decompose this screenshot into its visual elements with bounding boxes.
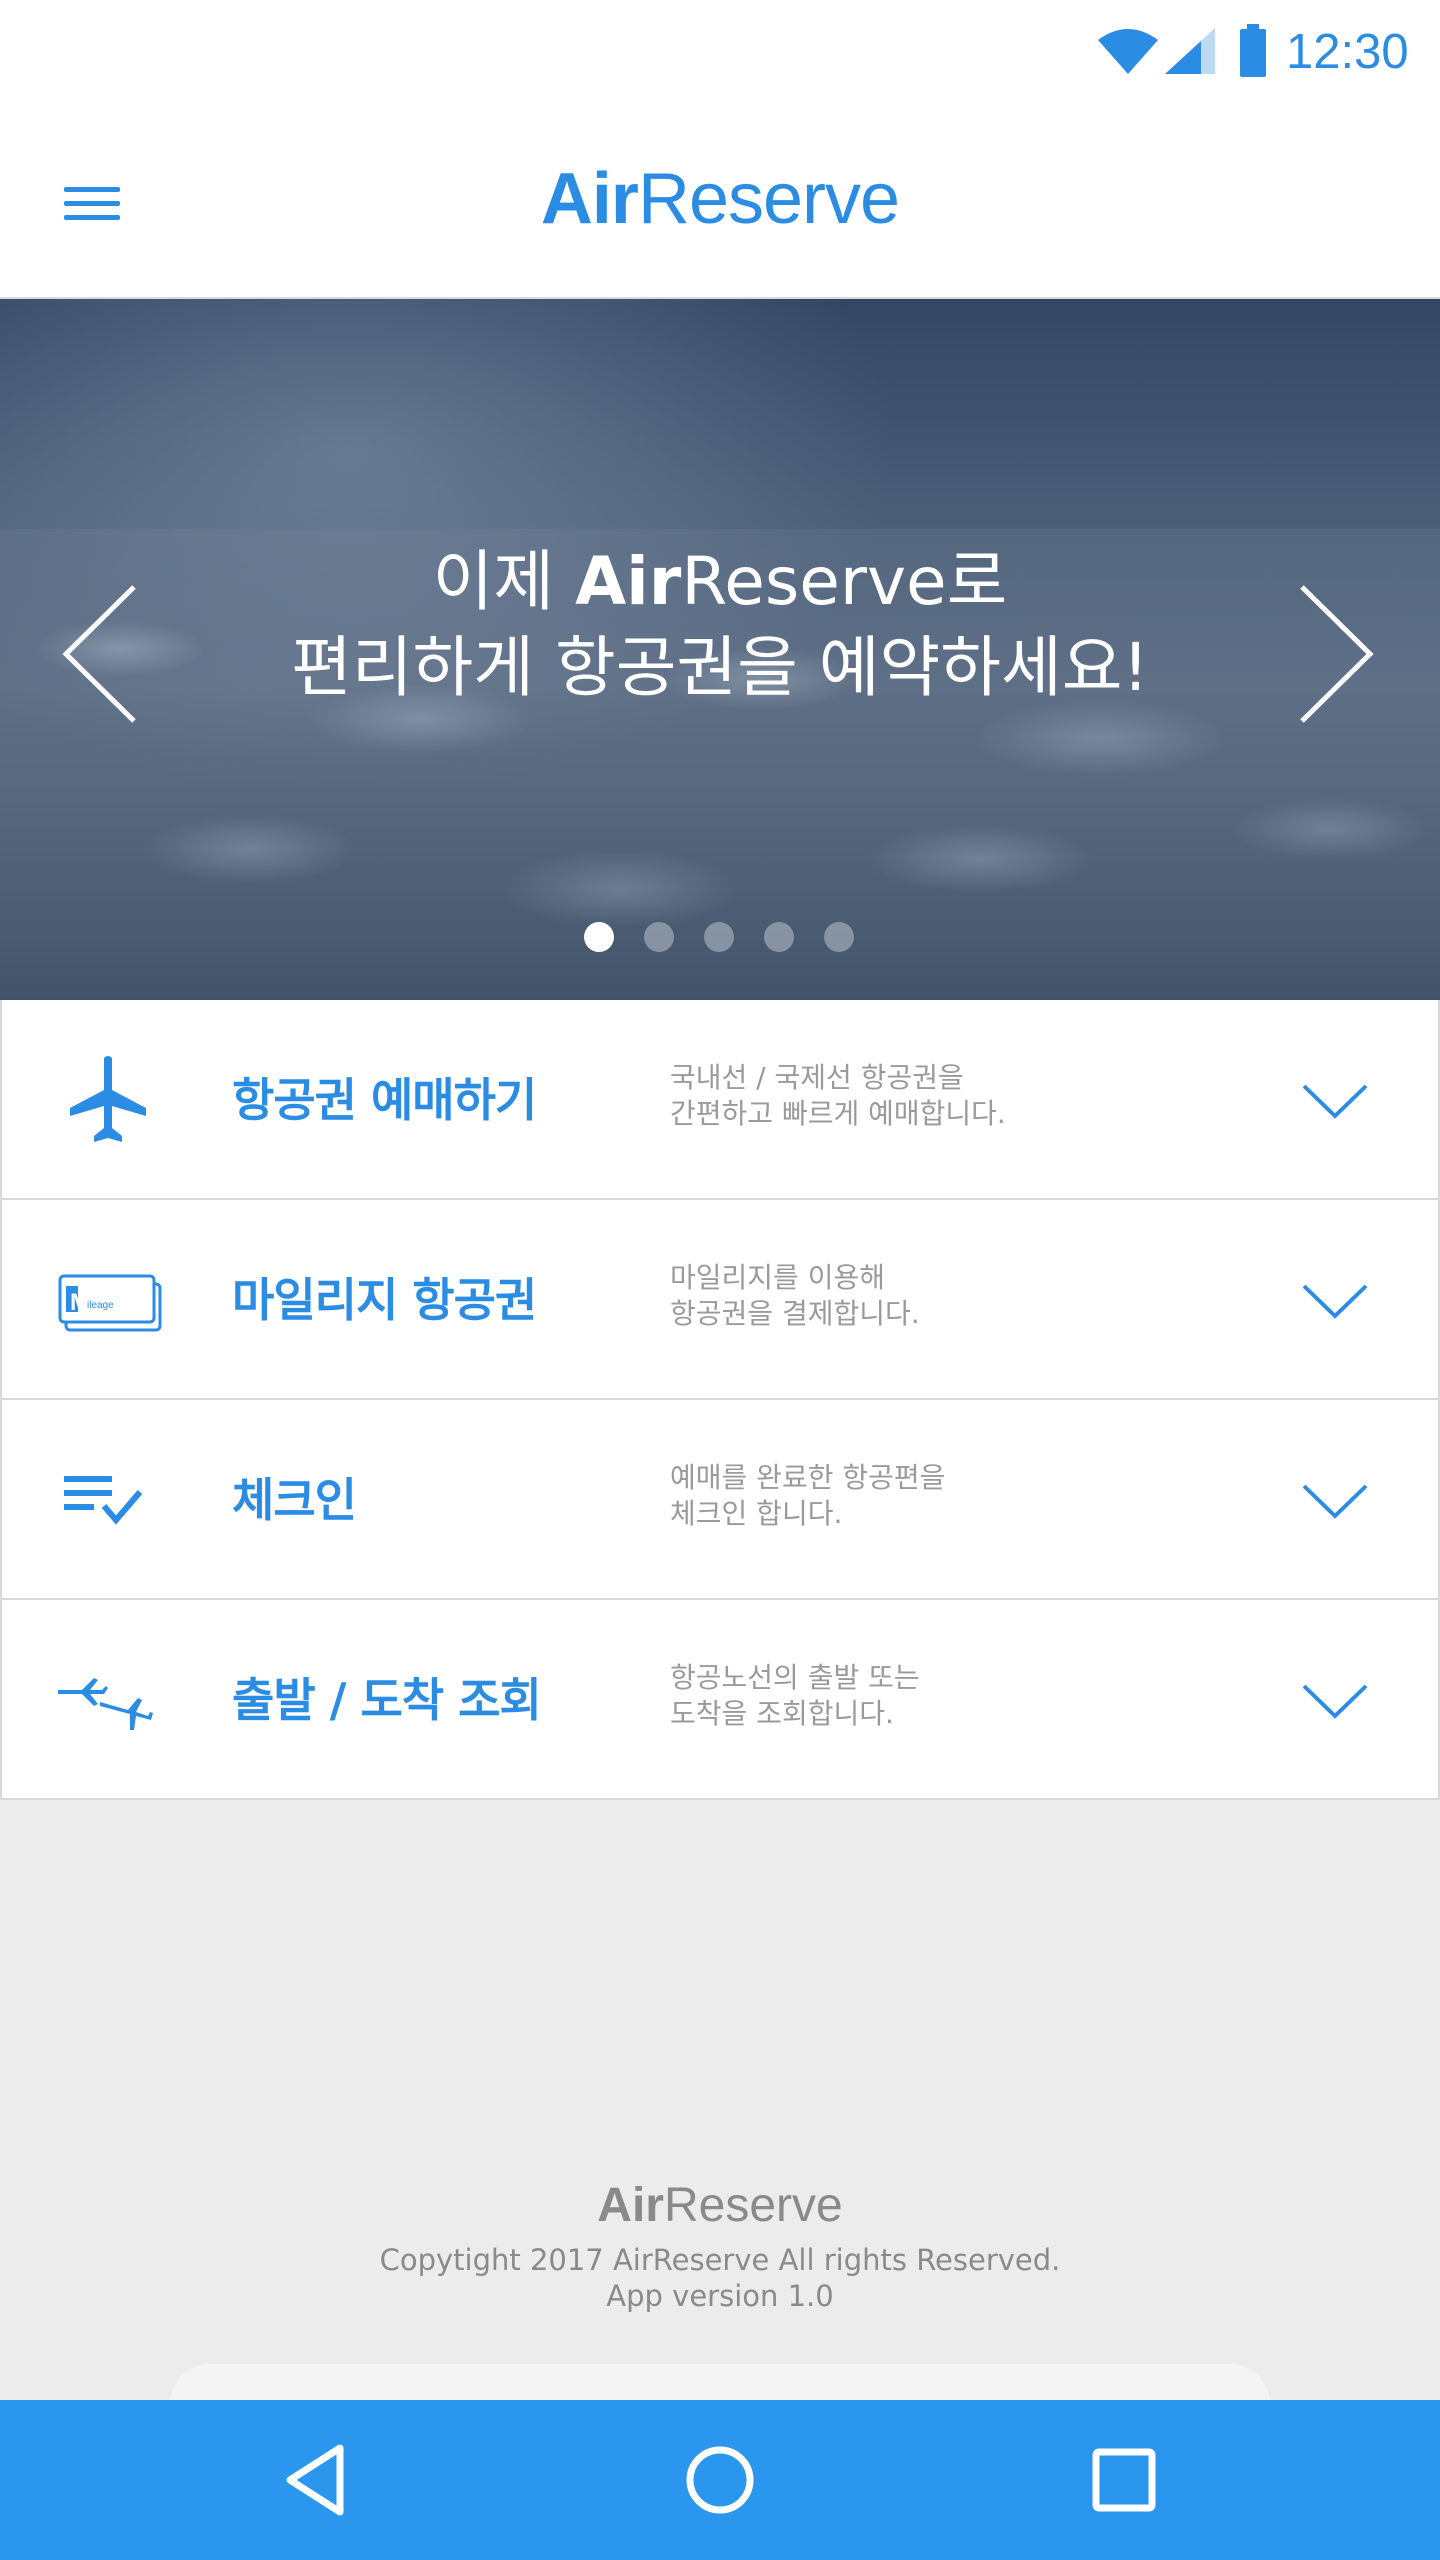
menu-item-desc-line2: 항공권을 결제합니다. <box>670 1297 920 1330</box>
slide-dot-4[interactable] <box>764 922 794 952</box>
service-menu: 항공권 예매하기 국내선 / 국제선 항공권을 간편하고 빠르게 예매합니다. … <box>0 1000 1440 1800</box>
slide-dot-2[interactable] <box>644 922 674 952</box>
menu-item-desc: 국내선 / 국제선 항공권을 간편하고 빠르게 예매합니다. <box>670 1060 1190 1140</box>
home-icon[interactable] <box>678 2438 762 2522</box>
menu-item-desc-line1: 예매를 완료한 항공편을 <box>670 1461 946 1494</box>
menu-item-title: 출발 / 도착 조회 <box>232 1673 542 1727</box>
footer-brand: AirReserve <box>420 2176 1020 2236</box>
chevron-left-icon[interactable] <box>56 579 146 729</box>
menu-item-title: 마일리지 항공권 <box>232 1273 537 1327</box>
hero-headline: 이제 AirReserve로 편리하게 항공권을 예약하세요! <box>170 539 1270 759</box>
slide-dot-3[interactable] <box>704 922 734 952</box>
app-title: AirReserve <box>420 149 1020 249</box>
chevron-down-icon[interactable] <box>1298 1074 1372 1126</box>
hero-line-1-brand: Reserve <box>681 543 947 620</box>
hero-banner[interactable]: 이제 AirReserve로 편리하게 항공권을 예약하세요! <box>0 299 1440 1000</box>
status-bar: 12:30 <box>0 0 1440 105</box>
menu-item-departure-arrival[interactable]: 출발 / 도착 조회 항공노선의 출발 또는 도착을 조회합니다. <box>2 1600 1440 1800</box>
menu-item-desc: 마일리지를 이용해 항공권을 결제합니다. <box>670 1260 1190 1340</box>
chevron-down-icon[interactable] <box>1298 1274 1372 1326</box>
footer-brand-air: Air <box>597 2179 664 2232</box>
menu-item-desc: 예매를 완료한 항공편을 체크인 합니다. <box>670 1460 1190 1540</box>
hero-line-2: 편리하게 항공권을 예약하세요! <box>291 629 1149 706</box>
hero-line-1-prefix: 이제 <box>432 543 576 620</box>
brand-reserve: Reserve <box>637 159 900 239</box>
battery-icon <box>1240 24 1266 77</box>
menu-item-title: 항공권 예매하기 <box>232 1073 537 1127</box>
checklist-icon <box>64 1476 143 1525</box>
slide-dot-1[interactable] <box>584 922 614 952</box>
app-bar: AirReserve <box>0 105 1440 299</box>
menu-item-checkin[interactable]: 체크인 예매를 완료한 항공편을 체크인 합니다. <box>2 1400 1440 1600</box>
back-icon[interactable] <box>276 2438 360 2522</box>
menu-item-mileage[interactable]: M ileage 마일리지 항공권 마일리지를 이용해 항공권을 결제합니다. <box>2 1200 1440 1400</box>
airplane-icon <box>70 1056 146 1142</box>
menu-item-desc-line2: 도착을 조회합니다. <box>670 1697 894 1730</box>
menu-item-desc-line1: 국내선 / 국제선 항공권을 <box>670 1061 964 1094</box>
chevron-right-icon[interactable] <box>1290 579 1380 729</box>
menu-item-desc: 항공노선의 출발 또는 도착을 조회합니다. <box>670 1660 1190 1740</box>
hero-line-1-bold: Air <box>575 543 682 620</box>
footer-version: App version 1.0 <box>606 2279 834 2313</box>
cell-signal-icon <box>1165 28 1215 74</box>
mileage-icon-text: ileage <box>87 1300 114 1311</box>
slide-indicator <box>584 922 856 952</box>
menu-item-desc-line2: 체크인 합니다. <box>670 1497 843 1530</box>
footer-brand-reserve: Reserve <box>663 2179 843 2232</box>
recent-apps-icon[interactable] <box>1082 2438 1166 2522</box>
status-time: 12:30 <box>1286 25 1409 79</box>
takeoff-landing-icon <box>58 1678 153 1730</box>
menu-item-desc-line1: 항공노선의 출발 또는 <box>670 1661 920 1694</box>
chevron-down-icon[interactable] <box>1298 1474 1372 1526</box>
footer-copyright: Copytight 2017 AirReserve All rights Res… <box>379 2243 1061 2277</box>
hamburger-menu-icon[interactable] <box>54 171 130 235</box>
hero-line-1-suffix: 로 <box>946 543 1008 620</box>
system-nav-bar <box>0 2400 1440 2560</box>
menu-item-booking[interactable]: 항공권 예매하기 국내선 / 국제선 항공권을 간편하고 빠르게 예매합니다. <box>2 1000 1440 1200</box>
menu-item-desc-line1: 마일리지를 이용해 <box>670 1261 885 1294</box>
mileage-card-icon: M ileage <box>58 1274 162 1332</box>
brand-air: Air <box>540 159 639 239</box>
wifi-icon <box>1098 29 1158 74</box>
menu-item-title: 체크인 <box>232 1473 357 1527</box>
chevron-down-icon[interactable] <box>1298 1674 1372 1726</box>
footer: AirReserve Copytight 2017 AirReserve All… <box>0 2160 1440 2320</box>
menu-item-desc-line2: 간편하고 빠르게 예매합니다. <box>670 1097 1006 1130</box>
hero-line-1: 이제 AirReserve로 <box>170 539 1270 625</box>
slide-dot-5[interactable] <box>824 922 854 952</box>
